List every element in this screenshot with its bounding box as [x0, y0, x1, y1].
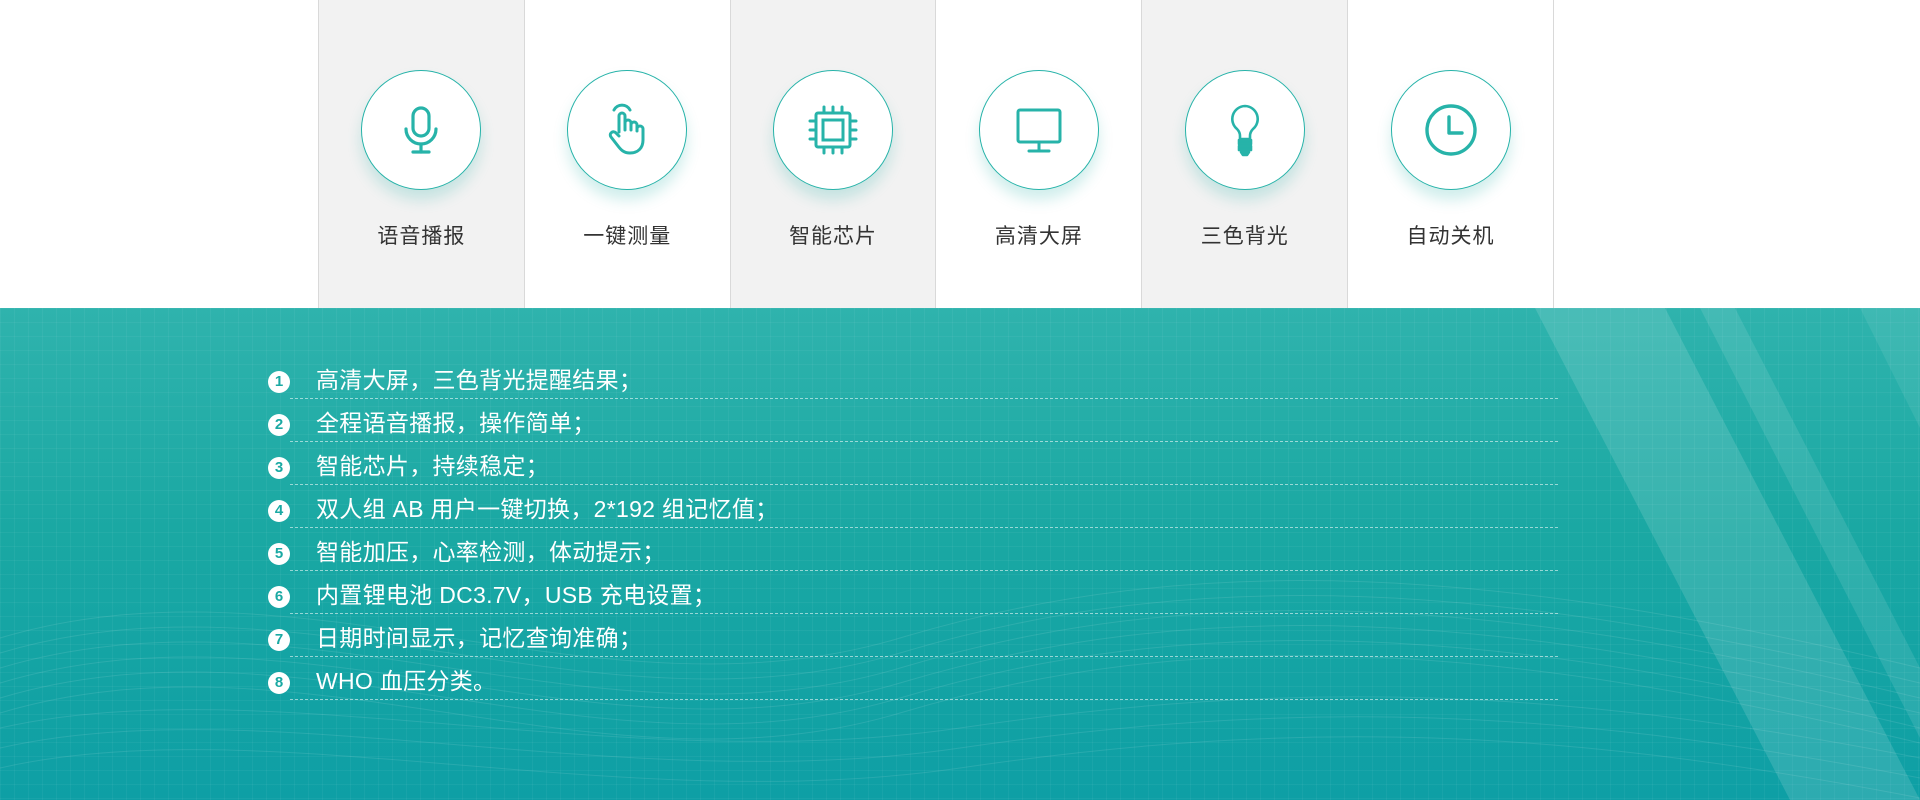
spec-number-badge: 4 [268, 499, 290, 522]
feature-icon-badge [567, 70, 688, 190]
microphone-icon [404, 106, 439, 154]
spec-text: 日期时间显示，记忆查询准确； [316, 624, 643, 651]
spec-number-badge: 7 [268, 628, 290, 651]
chip-icon [808, 105, 858, 155]
spec-number-badge: 3 [268, 456, 290, 479]
spec-number-badge: 1 [268, 370, 290, 393]
feature-label: 语音播报 [377, 225, 466, 248]
spec-number-badge: 5 [268, 542, 290, 565]
spec-item: 6 内置锂电池 DC3.7V，USB 充电设置； [268, 571, 1558, 614]
clock-icon [1424, 104, 1477, 156]
spec-item: 3 智能芯片，持续稳定； [268, 442, 1558, 485]
spec-item: 7 日期时间显示，记忆查询准确； [268, 614, 1558, 657]
feature-icon-badge [361, 70, 482, 190]
feature-hd-screen[interactable]: 高清大屏 [936, 0, 1143, 308]
feature-label: 三色背光 [1200, 225, 1289, 248]
spec-item: 8 WHO 血压分类。 [268, 657, 1558, 700]
feature-smart-chip[interactable]: 智能芯片 [730, 0, 937, 308]
feature-tricolor-backlight[interactable]: 三色背光 [1142, 0, 1349, 308]
spec-text: 智能芯片，持续稳定； [316, 452, 549, 479]
spec-item: 2 全程语音播报，操作简单； [268, 399, 1558, 442]
spec-item: 4 双人组 AB 用户一键切换，2*192 组记忆值； [268, 485, 1558, 528]
spec-text: 内置锂电池 DC3.7V，USB 充电设置； [316, 581, 717, 608]
feature-icon-badge [1390, 70, 1511, 190]
feature-icon-badge [773, 70, 894, 190]
spec-text: 双人组 AB 用户一键切换，2*192 组记忆值； [316, 495, 779, 522]
spec-number-badge: 8 [268, 671, 290, 694]
spec-number-badge: 2 [268, 413, 290, 436]
feature-icon-badge [978, 70, 1099, 190]
spec-text: 全程语音播报，操作简单； [316, 409, 596, 436]
spec-item: 5 智能加压，心率检测，体动提示； [268, 528, 1558, 571]
spec-panel: 1 高清大屏，三色背光提醒结果； 2 全程语音播报，操作简单； 3 智能芯片，持… [0, 308, 1920, 800]
feature-strip: 语音播报 一键测量 智能芯片 高清大屏 三色背光 自动关机 [318, 0, 1554, 308]
spec-text: WHO 血压分类。 [316, 667, 497, 694]
monitor-icon [1016, 108, 1062, 153]
feature-auto-shutdown[interactable]: 自动关机 [1348, 0, 1554, 308]
feature-label: 高清大屏 [994, 225, 1083, 248]
feature-one-key-measure[interactable]: 一键测量 [524, 0, 731, 308]
feature-label: 智能芯片 [789, 225, 878, 248]
spec-text: 智能加压，心率检测，体动提示； [316, 538, 666, 565]
hand-pointer-icon [609, 103, 645, 155]
spec-number-badge: 6 [268, 585, 290, 608]
spec-list: 1 高清大屏，三色背光提醒结果； 2 全程语音播报，操作简单； 3 智能芯片，持… [268, 356, 1558, 700]
lightbulb-icon [1230, 104, 1259, 157]
spec-text: 高清大屏，三色背光提醒结果； [316, 366, 643, 393]
feature-voice-broadcast[interactable]: 语音播报 [319, 0, 525, 308]
feature-label: 一键测量 [583, 225, 672, 248]
spec-item: 1 高清大屏，三色背光提醒结果； [268, 356, 1558, 399]
feature-icon-badge [1184, 70, 1305, 190]
feature-label: 自动关机 [1406, 225, 1495, 248]
